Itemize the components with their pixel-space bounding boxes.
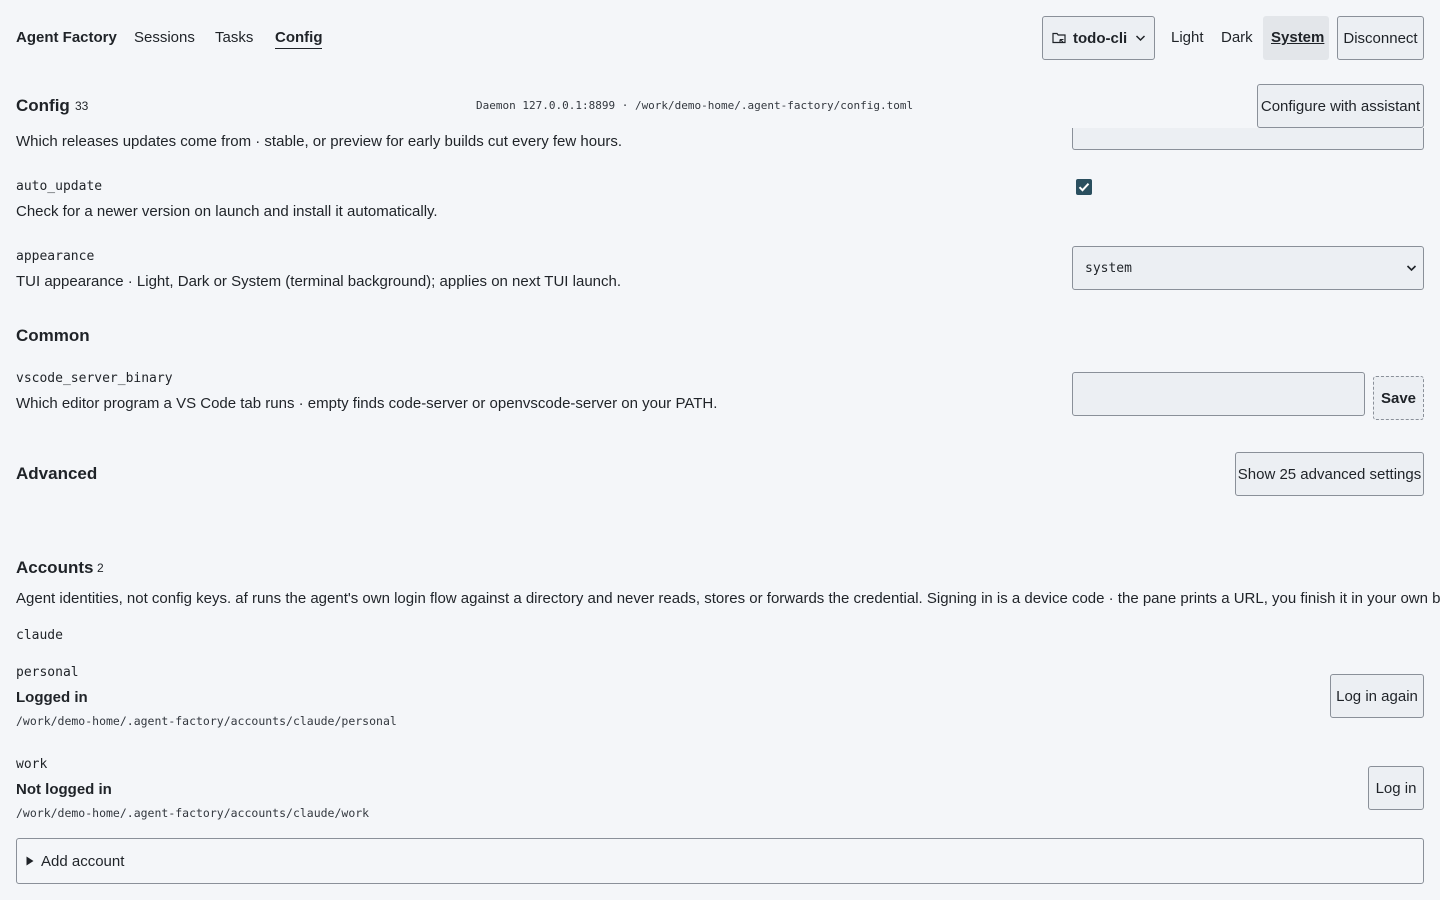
accounts-count: 2 xyxy=(97,561,104,575)
theme-dark[interactable]: Dark xyxy=(1221,29,1253,46)
setting-key-appearance: appearance xyxy=(16,249,95,264)
save-button[interactable]: Save xyxy=(1373,376,1424,420)
common-section-title: Common xyxy=(16,326,90,345)
setting-desc-channel: Which releases updates come from · stabl… xyxy=(16,133,623,150)
setting-desc-appearance: TUI appearance · Light, Dark or System (… xyxy=(16,273,622,290)
update-channel-select[interactable] xyxy=(1072,128,1424,150)
disconnect-button[interactable]: Disconnect xyxy=(1337,16,1424,60)
account-name-work: work xyxy=(16,757,48,772)
app-brand[interactable]: Agent Factory xyxy=(16,29,117,46)
nav-config[interactable]: Config xyxy=(275,29,323,49)
account-status-personal: Logged in xyxy=(16,689,88,706)
theme-light[interactable]: Light xyxy=(1171,29,1204,46)
configure-with-assistant-button[interactable]: Configure with assistant xyxy=(1257,84,1424,128)
disclosure-triangle-icon xyxy=(26,856,34,866)
accounts-title: Accounts xyxy=(16,558,94,577)
folder-icon xyxy=(1052,32,1066,44)
nav-tasks[interactable]: Tasks xyxy=(215,29,253,46)
account-name-personal: personal xyxy=(16,665,79,680)
add-account-label: Add account xyxy=(41,852,125,870)
account-agent-name: claude xyxy=(16,628,63,643)
advanced-section-title: Advanced xyxy=(16,464,98,483)
setting-desc-auto-update: Check for a newer version on launch and … xyxy=(16,203,438,220)
config-title: Config xyxy=(16,96,70,115)
project-switcher-button[interactable]: todo-cli xyxy=(1042,16,1155,60)
account-path-personal: /work/demo-home/.agent-factory/accounts/… xyxy=(16,714,397,728)
account-status-work: Not logged in xyxy=(16,781,112,798)
setting-desc-vscode-server-binary: Which editor program a VS Code tab runs … xyxy=(16,395,718,412)
project-name: todo-cli xyxy=(1073,29,1128,47)
show-advanced-settings-button[interactable]: Show 25 advanced settings xyxy=(1235,452,1424,496)
select-chevron-icon xyxy=(1406,265,1417,272)
log-in-button[interactable]: Log in xyxy=(1368,766,1424,810)
setting-key-auto-update: auto_update xyxy=(16,179,103,194)
log-in-again-button[interactable]: Log in again xyxy=(1330,674,1424,718)
accounts-description: Agent identities, not config keys. af ru… xyxy=(16,590,1440,607)
checkmark-icon xyxy=(1078,183,1090,192)
appearance-select-value: system xyxy=(1085,260,1132,276)
theme-system[interactable]: System xyxy=(1271,29,1324,46)
auto-update-checkbox[interactable] xyxy=(1076,179,1092,195)
config-count: 33 xyxy=(75,99,89,113)
setting-key-vscode-server-binary: vscode_server_binary xyxy=(16,371,173,386)
appearance-select[interactable]: system xyxy=(1072,246,1424,290)
nav-sessions[interactable]: Sessions xyxy=(134,29,195,46)
vscode-server-binary-input[interactable] xyxy=(1072,372,1365,416)
chevron-down-icon xyxy=(1136,35,1146,42)
daemon-info: Daemon 127.0.0.1:8899 · /work/demo-home/… xyxy=(476,99,914,112)
add-account-disclosure[interactable]: Add account xyxy=(16,838,1424,884)
account-path-work: /work/demo-home/.agent-factory/accounts/… xyxy=(16,806,370,820)
